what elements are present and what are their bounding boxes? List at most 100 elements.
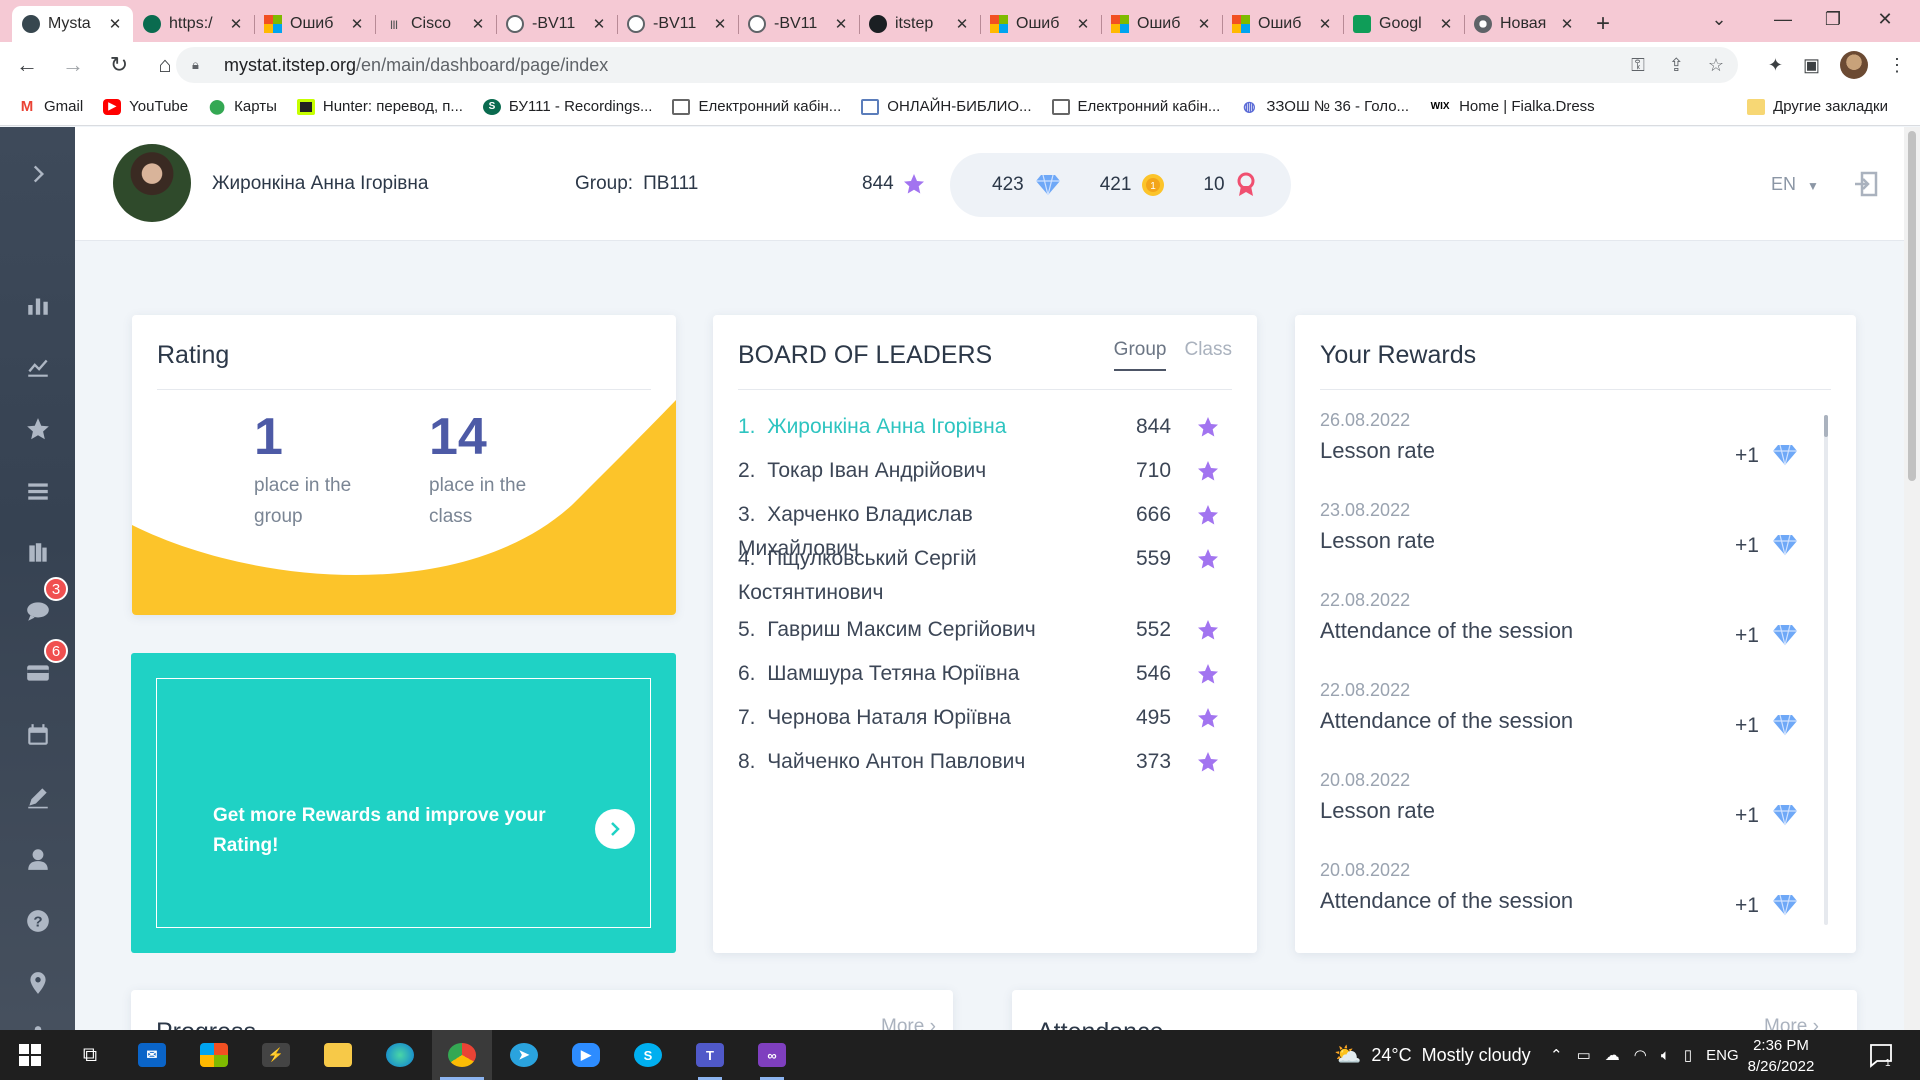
- close-tab-icon[interactable]: ✕: [1075, 15, 1091, 33]
- bookmark-star-icon[interactable]: ☆: [1708, 55, 1724, 76]
- onedrive-cloud-icon[interactable]: ☁: [1605, 1046, 1620, 1064]
- browser-tab[interactable]: Ошиб ✕: [1222, 6, 1343, 42]
- close-tab-icon[interactable]: ✕: [228, 15, 244, 33]
- taskbar-explorer[interactable]: [308, 1030, 368, 1080]
- taskbar-edge[interactable]: [370, 1030, 430, 1080]
- sidebar-item-messages[interactable]: [0, 591, 75, 631]
- windows-start-button[interactable]: [0, 1030, 60, 1080]
- task-view-button[interactable]: ⧉: [60, 1030, 120, 1080]
- close-tab-icon[interactable]: ✕: [107, 15, 123, 33]
- other-bookmarks-folder[interactable]: Другие закладки: [1747, 98, 1888, 115]
- bookmark-item[interactable]: ⬤ Карты: [208, 98, 277, 115]
- restore-button[interactable]: ❐: [1810, 0, 1856, 38]
- tab-class[interactable]: Class: [1184, 339, 1232, 371]
- minimize-button[interactable]: —: [1760, 0, 1806, 38]
- browser-tab[interactable]: -BV11 ✕: [738, 6, 859, 42]
- bookmark-item[interactable]: ◍ ЗЗОШ № 36 - Голо...: [1240, 98, 1409, 115]
- browser-tab[interactable]: -BV11 ✕: [617, 6, 738, 42]
- promo-arrow-button[interactable]: [595, 809, 635, 849]
- rewards-scrollbar-thumb[interactable]: [1824, 415, 1828, 437]
- close-tab-icon[interactable]: ✕: [1196, 15, 1212, 33]
- close-tab-icon[interactable]: ✕: [470, 15, 486, 33]
- rewards-promo-banner[interactable]: Get more Rewards and improve your Rating…: [131, 653, 676, 953]
- menu-kebab-icon[interactable]: ⋮: [1888, 55, 1906, 76]
- wifi-icon[interactable]: ◠: [1634, 1046, 1647, 1064]
- browser-tab[interactable]: https:/ ✕: [133, 6, 254, 42]
- sidebar-item-assignments[interactable]: [0, 777, 75, 817]
- sidebar-item-rewards[interactable]: [0, 409, 75, 449]
- chevron-up-icon[interactable]: ⌃: [1550, 1046, 1563, 1064]
- browser-tab[interactable]: itstep ✕: [859, 6, 980, 42]
- bookmark-item[interactable]: S БУ111 - Recordings...: [482, 98, 652, 115]
- bookmark-item[interactable]: Hunter: перевод, п...: [296, 98, 463, 115]
- browser-tab[interactable]: -BV11 ✕: [496, 6, 617, 42]
- sidebar-item-payment[interactable]: [0, 653, 75, 693]
- battery-icon[interactable]: ▯: [1684, 1046, 1692, 1064]
- profile-avatar[interactable]: [1840, 51, 1868, 79]
- tab-search-icon[interactable]: ⌄: [1696, 0, 1742, 38]
- new-tab-button[interactable]: +: [1585, 6, 1621, 42]
- sidebar-item-help[interactable]: ?: [0, 901, 75, 941]
- share-icon[interactable]: ⇪: [1669, 55, 1684, 76]
- page-scrollbar[interactable]: [1904, 127, 1920, 1030]
- close-tab-icon[interactable]: ✕: [833, 15, 849, 33]
- language-selector[interactable]: EN ▼: [1771, 174, 1819, 195]
- taskbar-zoom[interactable]: ▶: [556, 1030, 616, 1080]
- browser-tab[interactable]: Ошиб ✕: [980, 6, 1101, 42]
- user-avatar[interactable]: [113, 144, 191, 222]
- bookmark-item[interactable]: WIX Home | Fialka.Dress: [1429, 98, 1595, 115]
- logout-icon[interactable]: [1853, 171, 1879, 197]
- close-tab-icon[interactable]: ✕: [1317, 15, 1333, 33]
- taskbar-visual-studio[interactable]: ∞: [742, 1030, 802, 1080]
- address-bar[interactable]: 🔒︎ mystat.itstep.org/en/main/dashboard/p…: [176, 47, 1738, 83]
- bookmark-item[interactable]: Електронний кабін...: [672, 98, 841, 115]
- tab-group[interactable]: Group: [1113, 339, 1167, 371]
- bookmark-item[interactable]: M Gmail: [18, 98, 83, 115]
- extensions-icon[interactable]: ✦: [1768, 55, 1783, 76]
- close-tab-icon[interactable]: ✕: [349, 15, 365, 33]
- taskbar-chrome[interactable]: [432, 1030, 492, 1080]
- reload-button[interactable]: ↻: [100, 46, 138, 84]
- taskbar-mail[interactable]: ✉: [122, 1030, 182, 1080]
- browser-tab[interactable]: Googl ✕: [1343, 6, 1464, 42]
- back-button[interactable]: ←: [8, 46, 46, 84]
- side-panel-icon[interactable]: ▣: [1803, 55, 1820, 76]
- rewards-scrollbar[interactable]: [1824, 415, 1828, 925]
- bookmark-item[interactable]: ▶ YouTube: [103, 98, 188, 115]
- forward-button[interactable]: →: [54, 46, 92, 84]
- taskbar-skype[interactable]: S: [618, 1030, 678, 1080]
- close-tab-icon[interactable]: ✕: [1438, 15, 1454, 33]
- close-window-button[interactable]: ✕: [1862, 0, 1908, 38]
- browser-tab[interactable]: Ошиб ✕: [1101, 6, 1222, 42]
- taskbar-teams[interactable]: T: [680, 1030, 740, 1080]
- weather-widget[interactable]: ⛅ 24°C Mostly cloudy: [1334, 1030, 1531, 1080]
- sidebar-item-progress[interactable]: [0, 347, 75, 387]
- browser-tab[interactable]: Новая ✕: [1464, 6, 1585, 42]
- close-tab-icon[interactable]: ✕: [591, 15, 607, 33]
- sidebar-item-schedule[interactable]: [0, 715, 75, 755]
- bookmark-item[interactable]: ОНЛАЙН-БИБЛИО...: [861, 98, 1032, 115]
- notification-center-icon[interactable]: 1: [1868, 1042, 1894, 1068]
- close-tab-icon[interactable]: ✕: [1559, 15, 1575, 33]
- browser-tab[interactable]: Mysta ✕: [12, 6, 133, 42]
- leader-rank: 6.: [738, 662, 756, 685]
- close-tab-icon[interactable]: ✕: [712, 15, 728, 33]
- sidebar-item-homework[interactable]: [0, 471, 75, 511]
- taskbar-powertoys[interactable]: ⚡: [246, 1030, 306, 1080]
- sidebar-item-profile[interactable]: [0, 839, 75, 879]
- display-icon[interactable]: ▭: [1577, 1046, 1591, 1064]
- browser-tab[interactable]: ||| Cisco ✕: [375, 6, 496, 42]
- taskbar-telegram[interactable]: ➤: [494, 1030, 554, 1080]
- sidebar-item-location[interactable]: [0, 963, 75, 1003]
- bookmark-item[interactable]: Електронний кабін...: [1051, 98, 1220, 115]
- browser-tab[interactable]: Ошиб ✕: [254, 6, 375, 42]
- volume-icon[interactable]: 🔈︎: [1661, 1047, 1670, 1064]
- close-tab-icon[interactable]: ✕: [954, 15, 970, 33]
- sidebar-item-materials[interactable]: [0, 533, 75, 573]
- taskbar-store[interactable]: [184, 1030, 244, 1080]
- system-clock[interactable]: 2:36 PM 8/26/2022: [1726, 1035, 1836, 1077]
- sidebar-item-statistics[interactable]: [0, 285, 75, 325]
- sidebar-expand-button[interactable]: [0, 154, 75, 194]
- password-key-icon[interactable]: ⚿: [1631, 55, 1645, 76]
- page-scrollbar-thumb[interactable]: [1908, 131, 1916, 481]
